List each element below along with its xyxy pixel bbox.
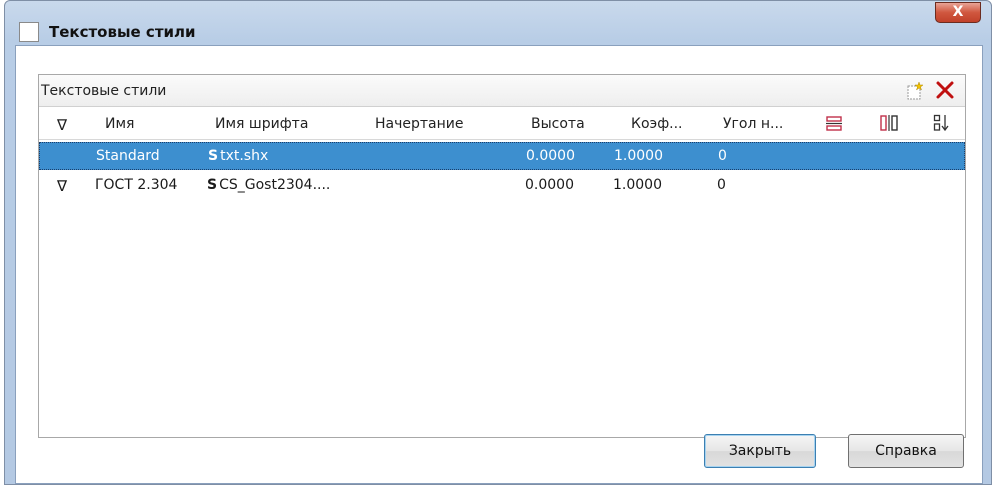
shx-font-icon: S	[208, 148, 219, 164]
dialog-window: Текстовые стили X Текстовые стили ∇ Имя …	[4, 0, 992, 485]
backwards-column[interactable]	[879, 114, 899, 136]
panel-header: Текстовые стили	[39, 75, 965, 107]
shx-font-icon: S	[207, 177, 218, 193]
column-name[interactable]: Имя	[105, 116, 134, 132]
upside-down-column[interactable]	[825, 114, 843, 136]
row-factor: 1.0000	[613, 177, 662, 193]
row-height: 0.0000	[525, 177, 574, 193]
row-name: Standard	[96, 148, 160, 164]
table-row-standard[interactable]: Standard Stxt.shx 0.0000 1.0000 0	[39, 142, 965, 170]
row-angle: 0	[718, 148, 727, 164]
column-angle[interactable]: Угол н...	[723, 116, 783, 132]
row-height: 0.0000	[526, 148, 575, 164]
column-style[interactable]: Начертание	[375, 116, 463, 132]
vertical-icon	[933, 114, 949, 132]
dialog-client-area: Текстовые стили ∇ Имя Имя шрифта Начерта…	[15, 45, 983, 484]
backwards-icon	[880, 115, 898, 131]
row-angle: 0	[717, 177, 726, 193]
filter-column-icon[interactable]: ∇	[57, 116, 67, 134]
column-height[interactable]: Высота	[531, 116, 585, 132]
text-styles-panel: Текстовые стили ∇ Имя Имя шрифта Начерта…	[38, 74, 966, 438]
row-font-file: txt.shx	[220, 148, 269, 164]
row-name: ГОСТ 2.304	[95, 177, 178, 193]
column-font-name[interactable]: Имя шрифта	[215, 116, 308, 132]
window-app-icon	[19, 22, 39, 42]
close-window-button[interactable]: X	[935, 2, 981, 23]
new-style-button[interactable]	[905, 81, 925, 101]
close-icon: X	[952, 4, 964, 20]
table-row-gost[interactable]: ∇ ГОСТ 2.304 S CS_Gost2304.... 0.0000 1.0…	[39, 172, 965, 200]
help-button[interactable]: Справка	[848, 434, 964, 468]
panel-title: Текстовые стили	[41, 83, 167, 99]
delete-style-button[interactable]	[933, 78, 957, 102]
row-font-name: S CS_Gost2304....	[207, 177, 330, 193]
row-font-name: Stxt.shx	[208, 148, 268, 164]
close-button[interactable]: Закрыть	[704, 434, 816, 468]
new-style-icon	[907, 81, 924, 100]
table-header: ∇ Имя Имя шрифта Начертание Высота Коэф.…	[39, 108, 965, 140]
column-factor[interactable]: Коэф...	[631, 116, 683, 132]
vertical-column[interactable]	[933, 114, 949, 136]
row-filter-icon: ∇	[57, 177, 68, 195]
row-factor: 1.0000	[614, 148, 663, 164]
upside-down-icon	[826, 116, 842, 131]
window-title: Текстовые стили	[49, 23, 196, 41]
row-font-file: CS_Gost2304....	[219, 177, 331, 193]
title-bar[interactable]: Текстовые стили X	[5, 1, 991, 45]
delete-x-icon	[936, 81, 954, 99]
